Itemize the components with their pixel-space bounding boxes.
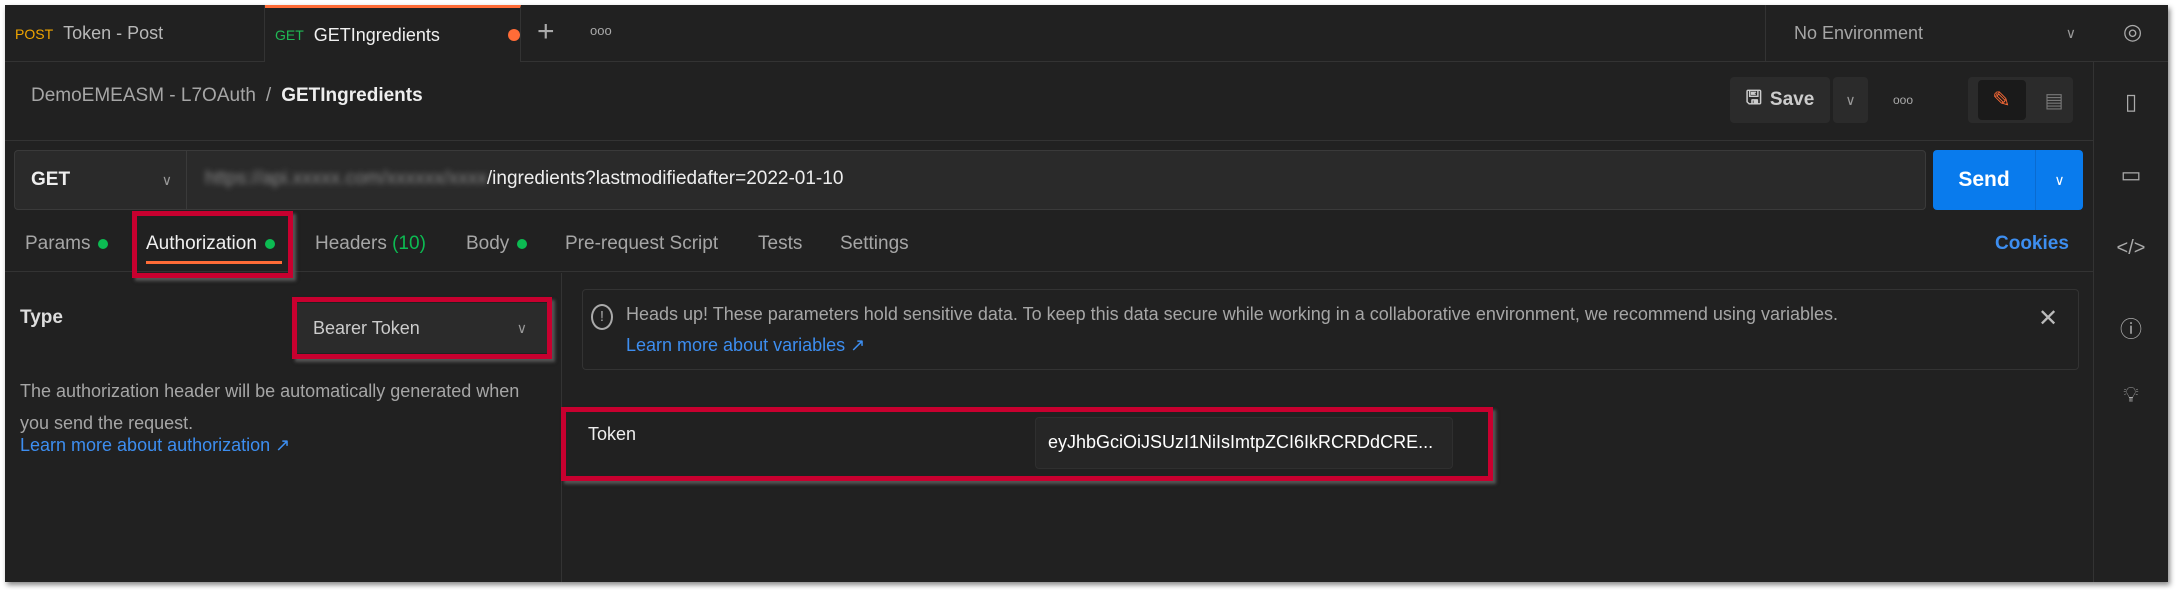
environment-select[interactable]: No Environment ∨ bbox=[1765, 5, 2098, 62]
chevron-down-icon: ∨ bbox=[161, 171, 172, 188]
save-label: Save bbox=[1769, 89, 1815, 110]
send-button-group: Send ∨ bbox=[1933, 150, 2083, 210]
lightbulb-icon[interactable]: 💡︎ bbox=[2116, 382, 2146, 412]
active-dot-icon bbox=[517, 238, 528, 249]
unsaved-dot-icon bbox=[507, 29, 520, 41]
tab-headers[interactable]: Headers (10) bbox=[315, 215, 426, 272]
highlight-box bbox=[561, 407, 1493, 481]
save-button[interactable]: 🖫 Save bbox=[1730, 77, 1830, 123]
breadcrumb: DemoEMEASM - L7OAuth / GETIngredients bbox=[31, 85, 423, 107]
active-dot-icon bbox=[98, 238, 109, 249]
chevron-down-icon: ∨ bbox=[2065, 25, 2076, 41]
tab-token-post[interactable]: POST Token - Post bbox=[5, 5, 265, 62]
more-actions-button[interactable]: ooo bbox=[1893, 93, 1913, 107]
learn-more-variables-link[interactable]: Learn more about variables ↗ bbox=[626, 335, 865, 356]
postman-window: POST Token - Post GET GETIngredients + o… bbox=[5, 5, 2168, 582]
highlight-box bbox=[132, 211, 293, 278]
request-tabs: Params Authorization Headers (10) Body P… bbox=[5, 215, 2093, 272]
divider bbox=[5, 140, 2093, 141]
info-icon[interactable]: ⓘ bbox=[2116, 312, 2146, 342]
tab-label: Settings bbox=[840, 232, 909, 254]
tab-settings[interactable]: Settings bbox=[840, 215, 909, 272]
notice-text: Heads up! These parameters hold sensitiv… bbox=[626, 304, 1838, 324]
comment-icon[interactable]: ▤ bbox=[2045, 88, 2064, 113]
url-blurred: https://api.xxxxx.com/xxxxxx/xxxx bbox=[205, 168, 487, 189]
tab-label: Headers bbox=[315, 232, 387, 254]
save-icon: 🖫 bbox=[1745, 88, 1762, 109]
alert-icon: ! bbox=[591, 304, 613, 330]
eye-icon[interactable]: ◎ bbox=[2123, 19, 2142, 45]
send-button[interactable]: Send bbox=[1933, 150, 2036, 210]
tab-label: Body bbox=[466, 232, 510, 254]
tab-getingredients[interactable]: GET GETIngredients bbox=[265, 5, 521, 62]
tab-params[interactable]: Params bbox=[25, 215, 109, 272]
pencil-icon[interactable]: ✎ bbox=[1977, 80, 2026, 120]
method-badge: POST bbox=[15, 25, 54, 42]
url-path: /ingredients?lastmodifiedafter=2022-01-1… bbox=[486, 168, 844, 189]
method-value: GET bbox=[31, 169, 71, 190]
url-bar: GET ∨ https://api.xxxxx.com/xxxxxx/xxxx/… bbox=[14, 150, 1926, 210]
cookies-link[interactable]: Cookies bbox=[1995, 215, 2069, 272]
auth-description: The authorization header will be automat… bbox=[20, 381, 520, 433]
learn-more-authorization-link[interactable]: Learn more about authorization ↗ bbox=[20, 435, 290, 456]
tab-label: Tests bbox=[758, 232, 803, 254]
headers-count: (10) bbox=[392, 232, 426, 254]
view-toggle: ✎ ▤ bbox=[1968, 77, 2073, 123]
code-icon[interactable]: </> bbox=[2116, 237, 2146, 267]
comments-icon[interactable]: ▭ bbox=[2116, 162, 2146, 192]
tab-bar: POST Token - Post GET GETIngredients + o… bbox=[5, 5, 2168, 62]
tab-tests[interactable]: Tests bbox=[758, 215, 802, 272]
breadcrumb-separator: / bbox=[265, 85, 272, 106]
method-select[interactable]: GET ∨ bbox=[15, 151, 187, 209]
tab-label: Token - Post bbox=[63, 23, 164, 43]
send-options-chevron-icon[interactable]: ∨ bbox=[2036, 150, 2083, 210]
tab-label: Pre-request Script bbox=[565, 232, 719, 254]
method-badge: GET bbox=[275, 27, 304, 43]
tab-label: GETIngredients bbox=[313, 24, 440, 45]
save-options-button[interactable]: ∨ bbox=[1833, 77, 1868, 123]
more-tabs-button[interactable]: ooo bbox=[590, 23, 612, 38]
new-tab-button[interactable]: + bbox=[537, 15, 555, 49]
sensitive-data-notice: ! Heads up! These parameters hold sensit… bbox=[582, 289, 2079, 370]
environment-value: No Environment bbox=[1794, 23, 1924, 43]
right-sidebar: ▯ ▭ </> ⓘ 💡︎ bbox=[2093, 62, 2168, 582]
documentation-icon[interactable]: ▯ bbox=[2116, 89, 2146, 119]
chevron-down-icon: ∨ bbox=[1845, 91, 1856, 108]
highlight-box bbox=[292, 297, 552, 359]
tab-label: Params bbox=[25, 232, 91, 254]
breadcrumb-request: GETIngredients bbox=[281, 85, 423, 106]
close-icon[interactable]: ✕ bbox=[2038, 304, 2058, 333]
url-input[interactable]: https://api.xxxxx.com/xxxxxx/xxxx/ingred… bbox=[205, 168, 843, 190]
breadcrumb-collection[interactable]: DemoEMEASM - L7OAuth bbox=[31, 85, 256, 107]
tab-body[interactable]: Body bbox=[466, 215, 528, 272]
auth-type-label: Type bbox=[20, 307, 63, 328]
tab-pre-request-script[interactable]: Pre-request Script bbox=[565, 215, 718, 272]
